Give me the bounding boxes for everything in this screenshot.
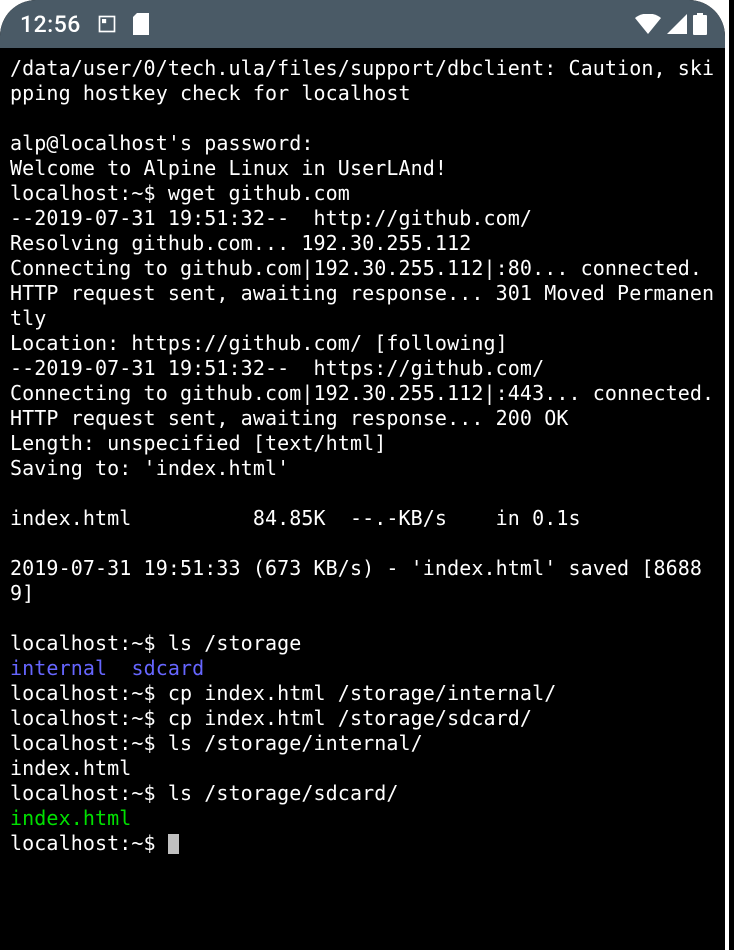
terminal-line: localhost:~$ cp index.html /storage/inte… <box>10 681 715 706</box>
status-bar: 12:56 <box>0 0 725 48</box>
terminal-line <box>10 606 715 631</box>
terminal-prompt: localhost:~$ <box>10 831 168 855</box>
statusbar-left: 12:56 <box>20 11 151 38</box>
statusbar-clock: 12:56 <box>20 11 81 38</box>
terminal-cursor <box>168 834 179 854</box>
terminal-line: Resolving github.com... 192.30.255.112 <box>10 231 715 256</box>
sd-card-icon <box>133 13 151 35</box>
terminal-line: Connecting to github.com|192.30.255.112|… <box>10 381 715 406</box>
terminal-line: index.html <box>10 756 715 781</box>
terminal-line <box>10 106 715 131</box>
terminal-line: Length: unspecified [text/html] <box>10 431 715 456</box>
terminal-line: index.html <box>10 806 715 831</box>
terminal-line: /data/user/0/tech.ula/files/support/dbcl… <box>10 56 715 106</box>
terminal-line: localhost:~$ ls /storage/sdcard/ <box>10 781 715 806</box>
terminal-line: HTTP request sent, awaiting response... … <box>10 281 715 331</box>
terminal-line: Location: https://github.com/ [following… <box>10 331 715 356</box>
terminal-line: localhost:~$ ls /storage/internal/ <box>10 731 715 756</box>
terminal-line: localhost:~$ wget github.com <box>10 181 715 206</box>
terminal-line: localhost:~$ <box>10 831 715 856</box>
terminal-line: alp@localhost's password: <box>10 131 715 156</box>
terminal-text: internal <box>10 656 107 680</box>
terminal-line: localhost:~$ ls /storage <box>10 631 715 656</box>
terminal-line: HTTP request sent, awaiting response... … <box>10 406 715 431</box>
terminal-line <box>10 531 715 556</box>
terminal-line: 2019-07-31 19:51:33 (673 KB/s) - 'index.… <box>10 556 715 606</box>
terminal-line: Welcome to Alpine Linux in UserLAnd! <box>10 156 715 181</box>
terminal-text <box>107 656 131 680</box>
wifi-icon <box>635 14 661 34</box>
terminal-line: --2019-07-31 19:51:32-- https://github.c… <box>10 356 715 381</box>
terminal-line: Saving to: 'index.html' <box>10 456 715 481</box>
terminal-line: index.html 84.85K --.-KB/s in 0.1s <box>10 506 715 531</box>
terminal-output[interactable]: /data/user/0/tech.ula/files/support/dbcl… <box>0 48 725 856</box>
terminal-line: localhost:~$ cp index.html /storage/sdca… <box>10 706 715 731</box>
device-frame: 12:56 <box>0 0 725 950</box>
terminal-text: index.html <box>10 806 131 830</box>
terminal-line <box>10 481 715 506</box>
terminal-text: sdcard <box>131 656 204 680</box>
battery-icon <box>693 13 707 35</box>
aspect-ratio-icon <box>97 14 117 34</box>
terminal-line: --2019-07-31 19:51:32-- http://github.co… <box>10 206 715 231</box>
scroll-edge <box>729 0 734 950</box>
terminal-line: Connecting to github.com|192.30.255.112|… <box>10 256 715 281</box>
statusbar-right <box>635 13 707 35</box>
cell-signal-icon <box>667 14 687 34</box>
terminal-line: internal sdcard <box>10 656 715 681</box>
